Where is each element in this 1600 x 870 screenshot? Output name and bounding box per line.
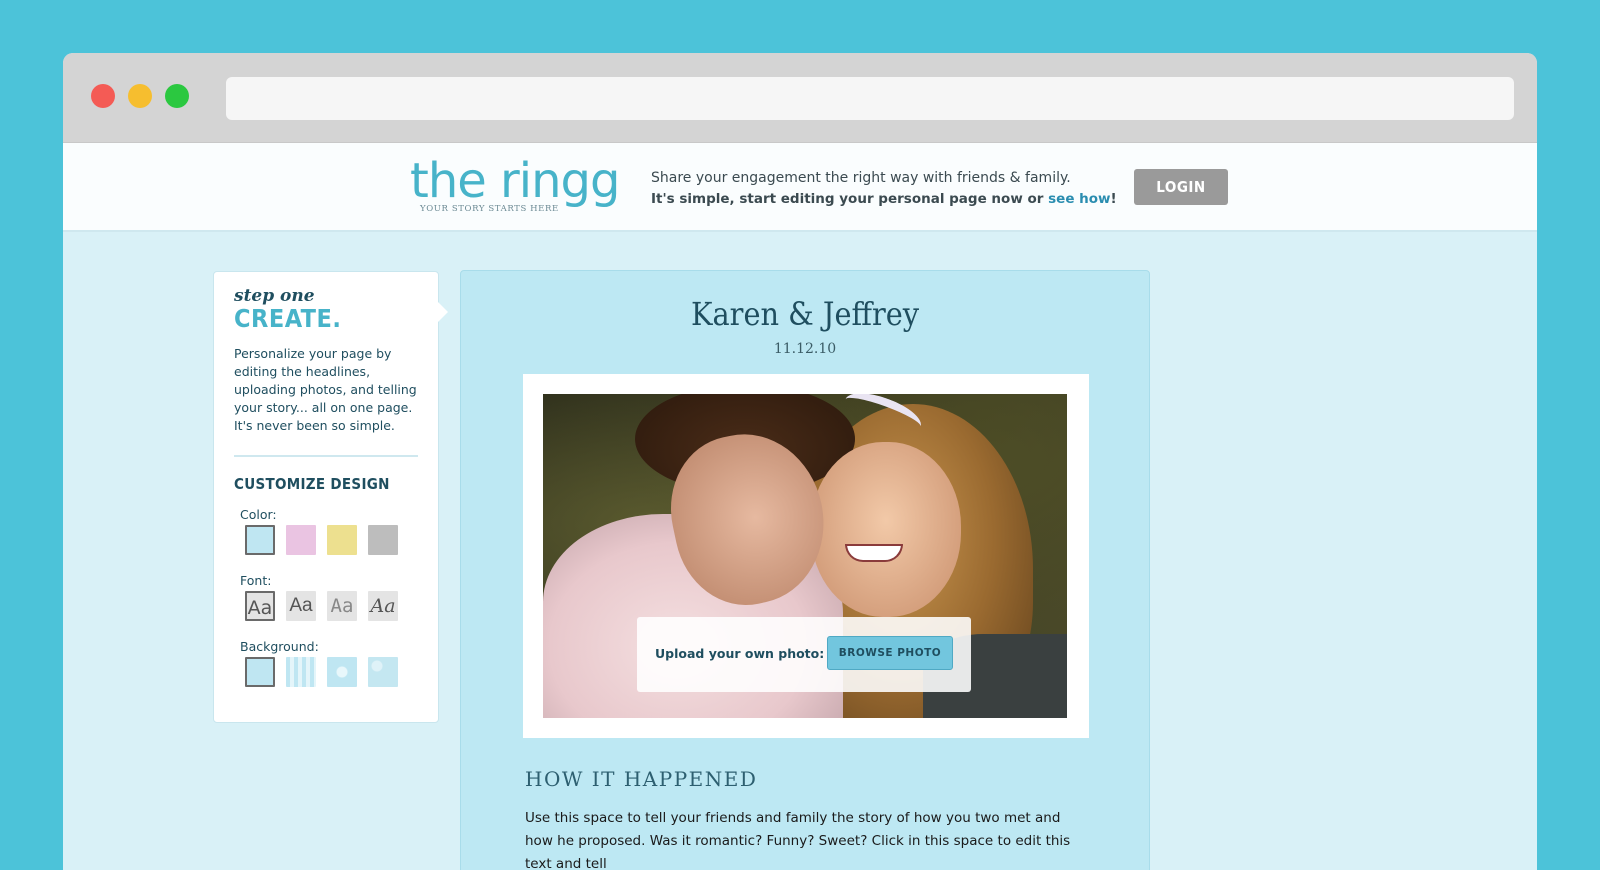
tagline-line1: Share your engagement the right way with… xyxy=(651,170,1071,186)
site-header: the ringg YOUR STORY STARTS HERE Share y… xyxy=(63,143,1537,232)
tagline-line2: It's simple, start editing your personal… xyxy=(651,189,1117,210)
background-option-floral[interactable] xyxy=(368,657,398,687)
customize-design-title: CUSTOMIZE DESIGN xyxy=(234,475,390,493)
font-option-3[interactable]: Aa xyxy=(327,591,357,621)
browser-toolbar xyxy=(63,53,1537,143)
photo-frame: Upload your own photo: BROWSE PHOTO xyxy=(523,374,1089,738)
upload-photo-box: Upload your own photo: BROWSE PHOTO xyxy=(637,617,971,692)
logo-tagline: YOUR STORY STARTS HERE xyxy=(420,204,559,214)
story-text[interactable]: Use this space to tell your friends and … xyxy=(525,807,1085,870)
logo-text: the ringg xyxy=(410,153,620,209)
couple-names[interactable]: Karen & Jeffrey xyxy=(461,295,1149,333)
font-option-1[interactable]: Aa xyxy=(245,591,275,621)
color-swatch-blue[interactable] xyxy=(245,525,275,555)
divider xyxy=(234,455,418,457)
section-title[interactable]: HOW IT HAPPENED xyxy=(525,767,757,791)
step-label: step one xyxy=(234,286,315,306)
browse-photo-button[interactable]: BROWSE PHOTO xyxy=(827,636,953,670)
background-option-stripes[interactable] xyxy=(286,657,316,687)
color-swatch-gray[interactable] xyxy=(368,525,398,555)
create-description: Personalize your page by editing the hea… xyxy=(234,346,417,433)
tagline-text: It's simple, start editing your personal… xyxy=(651,191,1049,207)
color-swatch-yellow[interactable] xyxy=(327,525,357,555)
maximize-window-button[interactable] xyxy=(165,84,189,108)
close-window-button[interactable] xyxy=(91,84,115,108)
font-swatches: Aa Aa Aa Aa xyxy=(245,591,418,621)
minimize-window-button[interactable] xyxy=(128,84,152,108)
browser-window: the ringg YOUR STORY STARTS HERE Share y… xyxy=(63,53,1537,870)
font-label: Font: xyxy=(240,573,272,588)
background-option-solid[interactable] xyxy=(245,657,275,687)
create-heading: CREATE. xyxy=(234,304,342,333)
background-swatches xyxy=(245,657,418,687)
header-tagline: Share your engagement the right way with… xyxy=(651,168,1117,210)
login-button[interactable]: LOGIN xyxy=(1134,169,1228,205)
tagline-exclaim: ! xyxy=(1110,191,1117,207)
page-preview: Karen & Jeffrey 11.12.10 Upload your own… xyxy=(460,270,1150,870)
logo[interactable]: the ringg YOUR STORY STARTS HERE xyxy=(410,153,620,214)
color-swatches xyxy=(245,525,418,555)
address-bar[interactable] xyxy=(226,77,1514,120)
color-swatch-pink[interactable] xyxy=(286,525,316,555)
font-option-2[interactable]: Aa xyxy=(286,591,316,621)
font-option-4[interactable]: Aa xyxy=(368,591,398,621)
background-label: Background: xyxy=(240,639,319,654)
background-option-pattern[interactable] xyxy=(327,657,357,687)
color-label: Color: xyxy=(240,507,277,522)
create-panel: step one CREATE. Personalize your page b… xyxy=(213,271,448,723)
upload-label: Upload your own photo: xyxy=(655,646,825,661)
couple-photo: Upload your own photo: BROWSE PHOTO xyxy=(543,394,1067,718)
see-how-link[interactable]: see how xyxy=(1048,191,1110,207)
engagement-date[interactable]: 11.12.10 xyxy=(461,341,1149,357)
